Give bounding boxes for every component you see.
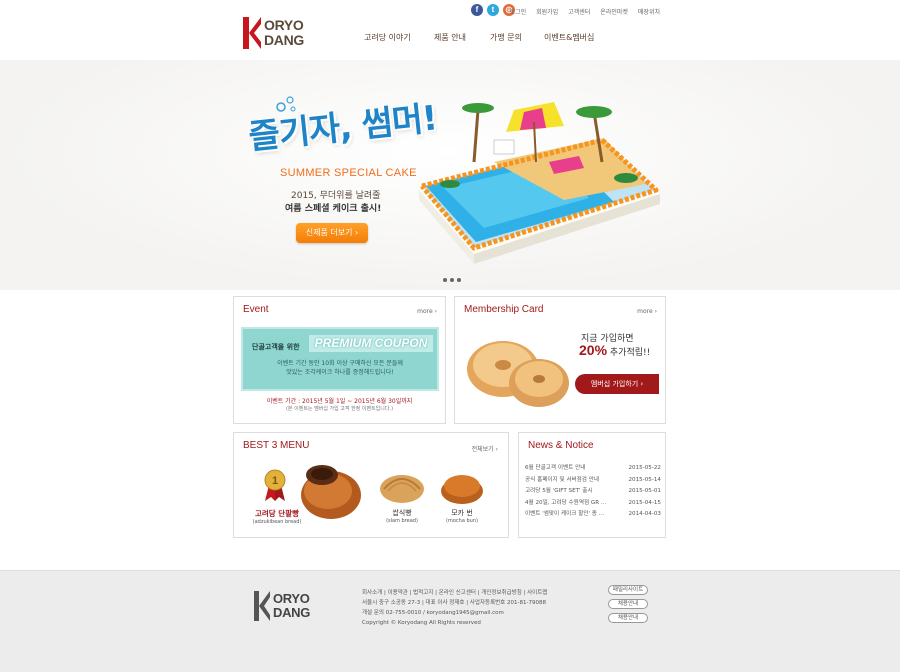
membership-more-link[interactable]: more › [637,308,657,315]
coupon-description: 이벤트 기간 동안 10회 이상 구매하신 모든 분들께 맛있는 조각케이크 하… [277,360,403,376]
event-box: Event more › 단골고객을 위한 PREMIUM COUPON 이벤트… [233,296,446,424]
footer-info: 회사소개 | 이용약관 | 법적고지 | 온라인 신고센터 | 개인정보취급방침… [362,588,547,628]
mocha-bun-image[interactable] [439,469,485,505]
adzukibean-bread-image[interactable] [298,461,364,523]
footer-copyright: Copyright © Koryodang All Rights reserve… [362,620,481,626]
recruit-button-1[interactable]: 채용안내 [608,599,648,609]
footer-contact: 개설 문의 02-755-0010 / koryodang1945@gmail.… [362,610,504,616]
best-item-3[interactable]: 모카 번 (mocha bun) [439,508,485,524]
hero-text-line2: 여름 스페셜 케이크 출시! [285,204,382,214]
util-online-market[interactable]: 온라인마켓 [600,7,628,16]
event-more-link[interactable]: more › [417,308,437,315]
list-item[interactable]: 4월 20일, 고려당 수원역점 GR ... 2015-04-15 [525,498,661,510]
event-title: Event [243,304,269,315]
footer: ORYO DANG 회사소개 | 이용약관 | 법적고지 | 온라인 신고센터 … [0,570,900,672]
carousel-dots [443,278,461,282]
best-menu-title: BEST 3 MENU [243,440,310,451]
footer-address: 서울시 중구 소공동 27-3 | 대표 이사 정재호 | 사업자등록번호 20… [362,600,546,606]
list-item[interactable]: 고려당 5월 'GIFT SET' 출시 2015-05-01 [525,486,661,498]
list-item[interactable]: 6월 단골고객 이벤트 안내 2015-05-22 [525,463,661,475]
footer-links[interactable]: 회사소개 | 이용약관 | 법적고지 | 온라인 신고센터 | 개인정보취급방침… [362,588,547,598]
list-item[interactable]: 공식 홈페이지 및 서버점검 안내 2015-05-14 [525,475,661,487]
recruit-button-2[interactable]: 채용안내 [608,613,648,623]
facebook-icon[interactable]: f [471,4,483,16]
best-menu-more-link[interactable]: 전체보기 › [472,444,498,453]
carousel-dot-1[interactable] [443,278,447,282]
header: ORYO DANG f t ◎ 로그인 회원가입 고객센터 온라인마켓 매장위치… [0,0,900,60]
hero-subtitle: SUMMER SPECIAL CAKE [280,167,417,179]
best-item-2[interactable]: 쌉식빵 (slam bread) [380,508,424,524]
logo-k-icon [243,17,261,49]
coupon-tag: 단골고객을 위한 [252,343,300,351]
social-links: f t ◎ [471,4,515,16]
util-store-location[interactable]: 매장위치 [638,7,660,16]
slam-bread-image[interactable] [378,469,426,505]
news-list: 6월 단골고객 이벤트 안내 2015-05-22 공식 홈페이지 및 서버점검 … [525,463,661,521]
new-product-button[interactable]: 신제품 더보기 › [296,223,368,243]
rank-medal-icon: 1 [264,469,286,501]
footer-wordmark: ORYO DANG [273,591,311,620]
hero-banner: 즐기자, 썸머! SUMMER SPECIAL CAKE 2015, 무더위를 … [0,60,900,290]
util-login[interactable]: 로그인 [510,7,527,16]
list-item[interactable]: 이벤트 '썸맞이 케이크 할인' 종 ... 2014-04-03 [525,509,661,521]
event-note: (본 이벤트는 멤버십 가입 고객 한정 이벤트입니다.) [285,406,394,412]
membership-box: Membership Card more › 지금 가입하면 20% 추가적립!… [454,296,666,424]
carousel-dot-3[interactable] [457,278,461,282]
membership-highlight: 20% [579,342,608,358]
best-item-1[interactable]: 고려당 단팥빵 (adzukibean bread) [247,508,307,525]
svg-text:1: 1 [272,475,278,487]
footer-buttons: 패밀리사이트 채용안내 채용안내 [608,585,648,623]
twitter-icon[interactable]: t [487,4,499,16]
carousel-dot-2[interactable] [450,278,454,282]
news-notice-box: News & Notice 6월 단골고객 이벤트 안내 2015-05-22 공… [518,432,666,538]
membership-signup-button[interactable]: 멤버십 가입하기 › [575,374,659,394]
nav-item-franchise[interactable]: 가맹 문의 [490,32,544,43]
footer-logo[interactable]: ORYO DANG [254,591,324,621]
utility-nav: 로그인 회원가입 고객센터 온라인마켓 매장위치 [510,7,660,16]
donut-image [467,341,569,407]
nav-item-story[interactable]: 고려당 이야기 [364,32,434,43]
news-title: News & Notice [528,440,594,451]
best-menu-box: BEST 3 MENU 전체보기 › 1 고려당 단팥빵 (adzukibean… [233,432,509,538]
brand-wordmark: ORYO DANG [264,17,305,48]
family-site-button[interactable]: 패밀리사이트 [608,585,648,595]
nav-item-products[interactable]: 제품 안내 [434,32,490,43]
brand-logo[interactable]: ORYO DANG [243,17,311,49]
nav-item-event-membership[interactable]: 이벤트&멤버십 [544,32,614,43]
util-customer-center[interactable]: 고객센터 [568,7,590,16]
util-signup[interactable]: 회원가입 [536,7,558,16]
membership-title: Membership Card [464,304,544,315]
event-period: 이벤트 기간 : 2015년 5월 1일 ~ 2015년 6월 30일까지 [266,398,413,405]
coupon-headline: PREMIUM COUPON [309,335,433,352]
premium-coupon-banner[interactable]: 단골고객을 위한 PREMIUM COUPON 이벤트 기간 동안 10회 이상… [241,327,439,391]
summer-cake-image [419,102,660,264]
main-nav: 고려당 이야기 제품 안내 가맹 문의 이벤트&멤버십 [364,32,614,43]
footer-logo-k-icon [254,591,270,621]
membership-line2: 20% 추가적립!! [579,342,651,358]
